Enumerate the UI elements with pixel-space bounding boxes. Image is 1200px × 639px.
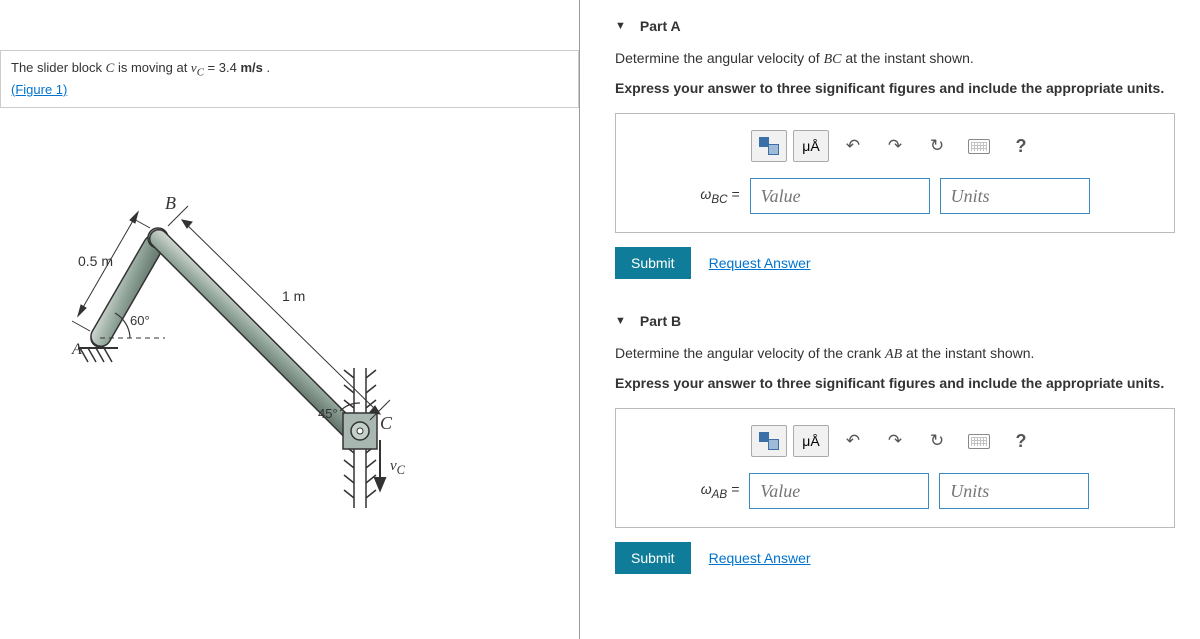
problem-text: The slider block C is moving at vC = 3.4… [11,60,270,75]
figure-link[interactable]: (Figure 1) [11,82,67,97]
template-icon [759,432,779,450]
part-b-var-label: ωAB = [701,481,740,501]
caret-down-icon: ▼ [615,20,626,32]
part-b-answer-box: μÅ ↶ ↷ ↻ ? ωAB = [615,408,1175,528]
figure-1: B 0.5 m 1 m 60° A 45° C vC [60,168,480,508]
caret-down-icon: ▼ [615,315,626,327]
part-b-prompt1: Determine the angular velocity of the cr… [615,343,1200,365]
part-b-request-answer-link[interactable]: Request Answer [709,550,811,566]
reset-button[interactable]: ↻ [919,425,955,457]
part-a-prompt1: Determine the angular velocity of BC at … [615,48,1200,70]
part-a-toolbar: μÅ ↶ ↷ ↻ ? [630,130,1160,162]
left-panel: The slider block C is moving at vC = 3.4… [0,0,580,639]
keyboard-button[interactable] [961,130,997,162]
redo-icon: ↷ [888,431,902,451]
part-b-input-row: ωAB = [630,473,1160,509]
part-a-value-input[interactable] [750,178,930,214]
part-a-var-label: ωBC = [700,186,739,206]
undo-button[interactable]: ↶ [835,130,871,162]
part-a-answer-box: μÅ ↶ ↷ ↻ ? ωBC = [615,113,1175,233]
undo-button[interactable]: ↶ [835,425,871,457]
undo-icon: ↶ [846,431,860,451]
keyboard-icon [968,434,990,449]
part-b-toolbar: μÅ ↶ ↷ ↻ ? [630,425,1160,457]
help-button[interactable]: ? [1003,425,1039,457]
redo-icon: ↷ [888,136,902,156]
angle-45: 45° [318,406,338,421]
part-a-section: ▼ Part A Determine the angular velocity … [580,0,1200,299]
redo-button[interactable]: ↷ [877,130,913,162]
keyboard-button[interactable] [961,425,997,457]
redo-button[interactable]: ↷ [877,425,913,457]
reset-icon: ↻ [930,431,944,451]
part-a-prompt2: Express your answer to three significant… [615,78,1200,99]
part-a-submit-button[interactable]: Submit [615,247,691,279]
right-panel: ▼ Part A Determine the angular velocity … [580,0,1200,639]
label-A: A [72,341,82,359]
units-symbol-button[interactable]: μÅ [793,130,829,162]
part-a-units-input[interactable] [940,178,1090,214]
dim-05m: 0.5 m [78,253,113,269]
label-B: B [165,193,176,214]
part-a-title: Part A [640,18,681,34]
reset-icon: ↻ [930,136,944,156]
part-b-header[interactable]: ▼ Part B [615,303,1200,343]
part-b-prompt2: Express your answer to three significant… [615,373,1200,394]
part-b-units-input[interactable] [939,473,1089,509]
part-b-value-input[interactable] [749,473,929,509]
label-C: C [380,413,392,434]
part-a-request-answer-link[interactable]: Request Answer [709,255,811,271]
part-a-input-row: ωBC = [630,178,1160,214]
undo-icon: ↶ [846,136,860,156]
dim-1m: 1 m [282,288,305,304]
units-symbol-button[interactable]: μÅ [793,425,829,457]
keyboard-icon [968,139,990,154]
part-b-submit-button[interactable]: Submit [615,542,691,574]
problem-statement: The slider block C is moving at vC = 3.4… [0,50,579,108]
part-a-submit-row: Submit Request Answer [615,247,1200,279]
template-icon [759,137,779,155]
vc-label: vC [390,458,405,478]
template-button[interactable] [751,130,787,162]
part-b-section: ▼ Part B Determine the angular velocity … [580,299,1200,594]
template-button[interactable] [751,425,787,457]
part-b-submit-row: Submit Request Answer [615,542,1200,574]
angle-60: 60° [130,313,150,328]
help-button[interactable]: ? [1003,130,1039,162]
part-a-header[interactable]: ▼ Part A [615,8,1200,48]
part-b-title: Part B [640,313,681,329]
reset-button[interactable]: ↻ [919,130,955,162]
